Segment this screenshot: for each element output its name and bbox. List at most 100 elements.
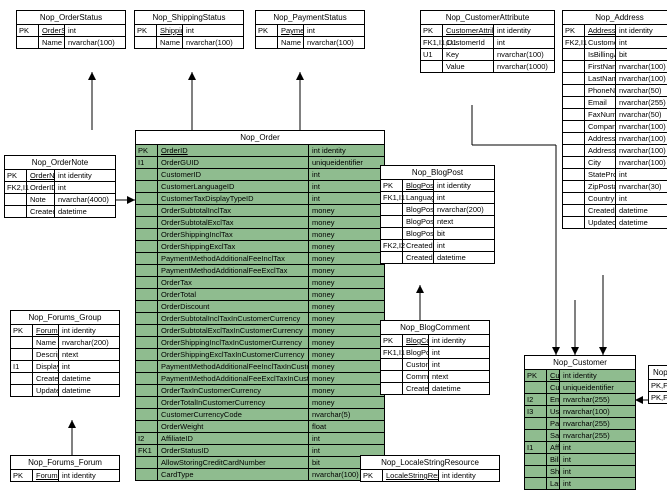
entity-row: PKPaymentStatusIDint bbox=[256, 25, 364, 37]
entity-row: PKAddressIdint identity bbox=[563, 25, 667, 37]
entity-row: Descriptionntext bbox=[11, 349, 119, 361]
entity-title: Nop_Custo bbox=[649, 366, 667, 380]
entity-row: I1AffiliateIDint bbox=[525, 442, 635, 454]
entity-row: PKLocaleStringResourceIDint identity bbox=[361, 470, 499, 481]
entity-row: OrderTotalmoney bbox=[136, 289, 384, 301]
entity-row: OrderTotalInCustomerCurrencymoney bbox=[136, 397, 384, 409]
entity-title: Nop_PaymentStatus bbox=[256, 11, 364, 25]
entity-row: FK2,I1CustomerIDint bbox=[563, 37, 667, 49]
entity-row: OrderShippingExclTaxInCustomerCurrencymo… bbox=[136, 349, 384, 361]
entity-title: Nop_Customer bbox=[525, 356, 635, 370]
entity-row: FK2,I2CreatedByIDint bbox=[381, 240, 494, 252]
entity-row: FaxNumbernvarchar(50) bbox=[563, 109, 667, 121]
entity-row: OrderWeightfloat bbox=[136, 421, 384, 433]
entity-customer[interactable]: Nop_CustomerPKCustomerIDint identityCust… bbox=[524, 355, 636, 490]
entity-row: BlogPostTitlenvarchar(200) bbox=[381, 204, 494, 216]
entity-row: PKCustomerIDint identity bbox=[525, 370, 635, 382]
entity-row: BlogPostBodyntext bbox=[381, 216, 494, 228]
entity-row: FK2,I1OrderIDint bbox=[5, 182, 115, 194]
entity-row: Citynvarchar(100) bbox=[563, 157, 667, 169]
entity-row: PhoneNumbernvarchar(50) bbox=[563, 85, 667, 97]
entity-row: CommentTextntext bbox=[381, 371, 489, 383]
entity-row: BlogPostAllowCommentsbit bbox=[381, 228, 494, 240]
entity-row: CustomerIDint bbox=[136, 169, 384, 181]
entity-row: Companynvarchar(100) bbox=[563, 121, 667, 133]
entity-row: CustomerTaxDisplayTypeIDint bbox=[136, 193, 384, 205]
entity-row: PKOrderNoteIDint identity bbox=[5, 170, 115, 182]
entity-row: CountryIDint bbox=[563, 193, 667, 205]
entity-row: UpdatedOndatetime bbox=[563, 217, 667, 228]
entity-row: CustomerGUIDuniqueidentifier bbox=[525, 382, 635, 394]
entity-blog-comment[interactable]: Nop_BlogCommentPKBlogCommentIDint identi… bbox=[380, 320, 490, 395]
entity-row: I1OrderGUIDuniqueidentifier bbox=[136, 157, 384, 169]
entity-locale-string-resource[interactable]: Nop_LocaleStringResourcePKLocaleStringRe… bbox=[360, 455, 500, 482]
entity-row: CreatedOndatetime bbox=[563, 205, 667, 217]
entity-row: AllowStoringCreditCardNumberbit bbox=[136, 457, 384, 469]
entity-row: I2Emailnvarchar(255) bbox=[525, 394, 635, 406]
entity-forums-forum[interactable]: Nop_Forums_ForumPKForumIDint identity bbox=[10, 455, 120, 482]
entity-row: StateProvinceIDint bbox=[563, 169, 667, 181]
entity-row: CustomerIDint bbox=[381, 359, 489, 371]
entity-row: PaymentMethodAdditionalFeeExclTaxmoney bbox=[136, 265, 384, 277]
entity-row: PKBlogCommentIDint identity bbox=[381, 335, 489, 347]
entity-row: PKForumGroupIDint identity bbox=[11, 325, 119, 337]
entity-row: LastNamenvarchar(100) bbox=[563, 73, 667, 85]
entity-row: PKOrderStatusIDint bbox=[17, 25, 125, 37]
entity-row: ShippingAddressIDint bbox=[525, 466, 635, 478]
entity-row: PKOrderIDint identity bbox=[136, 145, 384, 157]
entity-row: OrderSubtotalExclTaxInCustomerCurrencymo… bbox=[136, 325, 384, 337]
entity-order-note[interactable]: Nop_OrderNotePKOrderNoteIDint identityFK… bbox=[4, 155, 116, 218]
entity-order-status[interactable]: Nop_OrderStatusPKOrderStatusIDintNamenva… bbox=[16, 10, 126, 49]
entity-row: CreatedOndatetime bbox=[5, 206, 115, 217]
entity-row: FK1,I1,U1CustomerIdint bbox=[421, 37, 554, 49]
entity-row: PaymentMethodAdditionalFeeInclTaxmoney bbox=[136, 253, 384, 265]
entity-row: FirstNamenvarchar(100) bbox=[563, 61, 667, 73]
entity-row: U1Keynvarchar(100) bbox=[421, 49, 554, 61]
entity-row: OrderTaxmoney bbox=[136, 277, 384, 289]
entity-title: Nop_Forums_Forum bbox=[11, 456, 119, 470]
entity-row: CustomerLanguageIDint bbox=[136, 181, 384, 193]
entity-row: OrderTaxInCustomerCurrencymoney bbox=[136, 385, 384, 397]
entity-row: Namenvarchar(200) bbox=[11, 337, 119, 349]
entity-row: OrderDiscountmoney bbox=[136, 301, 384, 313]
entity-row: Namenvarchar(100) bbox=[135, 37, 243, 48]
entity-title: Nop_Order bbox=[136, 131, 384, 145]
entity-row: IsBillingAddressbit bbox=[563, 49, 667, 61]
entity-row: Namenvarchar(100) bbox=[256, 37, 364, 48]
entity-shipping-status[interactable]: Nop_ShippingStatusPKShippingStatusIDintN… bbox=[134, 10, 244, 49]
entity-title: Nop_OrderNote bbox=[5, 156, 115, 170]
entity-payment-status[interactable]: Nop_PaymentStatusPKPaymentStatusIDintNam… bbox=[255, 10, 365, 49]
entity-row: CreatedOndatetime bbox=[11, 373, 119, 385]
entity-row: UpdatedOndatetime bbox=[11, 385, 119, 396]
entity-order[interactable]: Nop_OrderPKOrderIDint identityI1OrderGUI… bbox=[135, 130, 385, 481]
entity-title: Nop_LocaleStringResource bbox=[361, 456, 499, 470]
entity-row: I3Usernamenvarchar(100) bbox=[525, 406, 635, 418]
entity-title: Nop_Forums_Group bbox=[11, 311, 119, 325]
entity-row: PKForumIDint identity bbox=[11, 470, 119, 481]
entity-row: PasswordHashnvarchar(255) bbox=[525, 418, 635, 430]
entity-row: FK1,I1BlogPostIDint bbox=[381, 347, 489, 359]
entity-row: I2AffiliateIDint bbox=[136, 433, 384, 445]
entity-row: CardTypenvarchar(100) bbox=[136, 469, 384, 480]
entity-row: OrderShippingInclTaxInCustomerCurrencymo… bbox=[136, 337, 384, 349]
entity-row: CreatedOndatetime bbox=[381, 383, 489, 394]
entity-forums-group[interactable]: Nop_Forums_GroupPKForumGroupIDint identi… bbox=[10, 310, 120, 397]
entity-row: Address1nvarchar(100) bbox=[563, 133, 667, 145]
entity-row: CustomerCurrencyCodenvarchar(5) bbox=[136, 409, 384, 421]
entity-row: BillingAddressIDint bbox=[525, 454, 635, 466]
entity-row: PK,FK2 bbox=[649, 392, 667, 403]
entity-blog-post[interactable]: Nop_BlogPostPKBlogPostIDint identityFK1,… bbox=[380, 165, 495, 264]
entity-row: OrderSubtotalInclTaxmoney bbox=[136, 205, 384, 217]
entity-row: PKShippingStatusIDint bbox=[135, 25, 243, 37]
entity-row: I1DisplayOrderint bbox=[11, 361, 119, 373]
entity-custo-partial[interactable]: Nop_CustoPK,FK1PK,FK2 bbox=[648, 365, 667, 404]
entity-row: ZipPostalCodenvarchar(30) bbox=[563, 181, 667, 193]
entity-row: OrderShippingInclTaxmoney bbox=[136, 229, 384, 241]
entity-row: PKBlogPostIDint identity bbox=[381, 180, 494, 192]
entity-title: Nop_OrderStatus bbox=[17, 11, 125, 25]
entity-row: Address2nvarchar(100) bbox=[563, 145, 667, 157]
entity-address[interactable]: Nop_AddressPKAddressIdint identityFK2,I1… bbox=[562, 10, 667, 229]
entity-title: Nop_BlogPost bbox=[381, 166, 494, 180]
entity-row: Valuenvarchar(1000) bbox=[421, 61, 554, 72]
entity-customer-attribute[interactable]: Nop_CustomerAttributePKCustomerAttribute… bbox=[420, 10, 555, 73]
